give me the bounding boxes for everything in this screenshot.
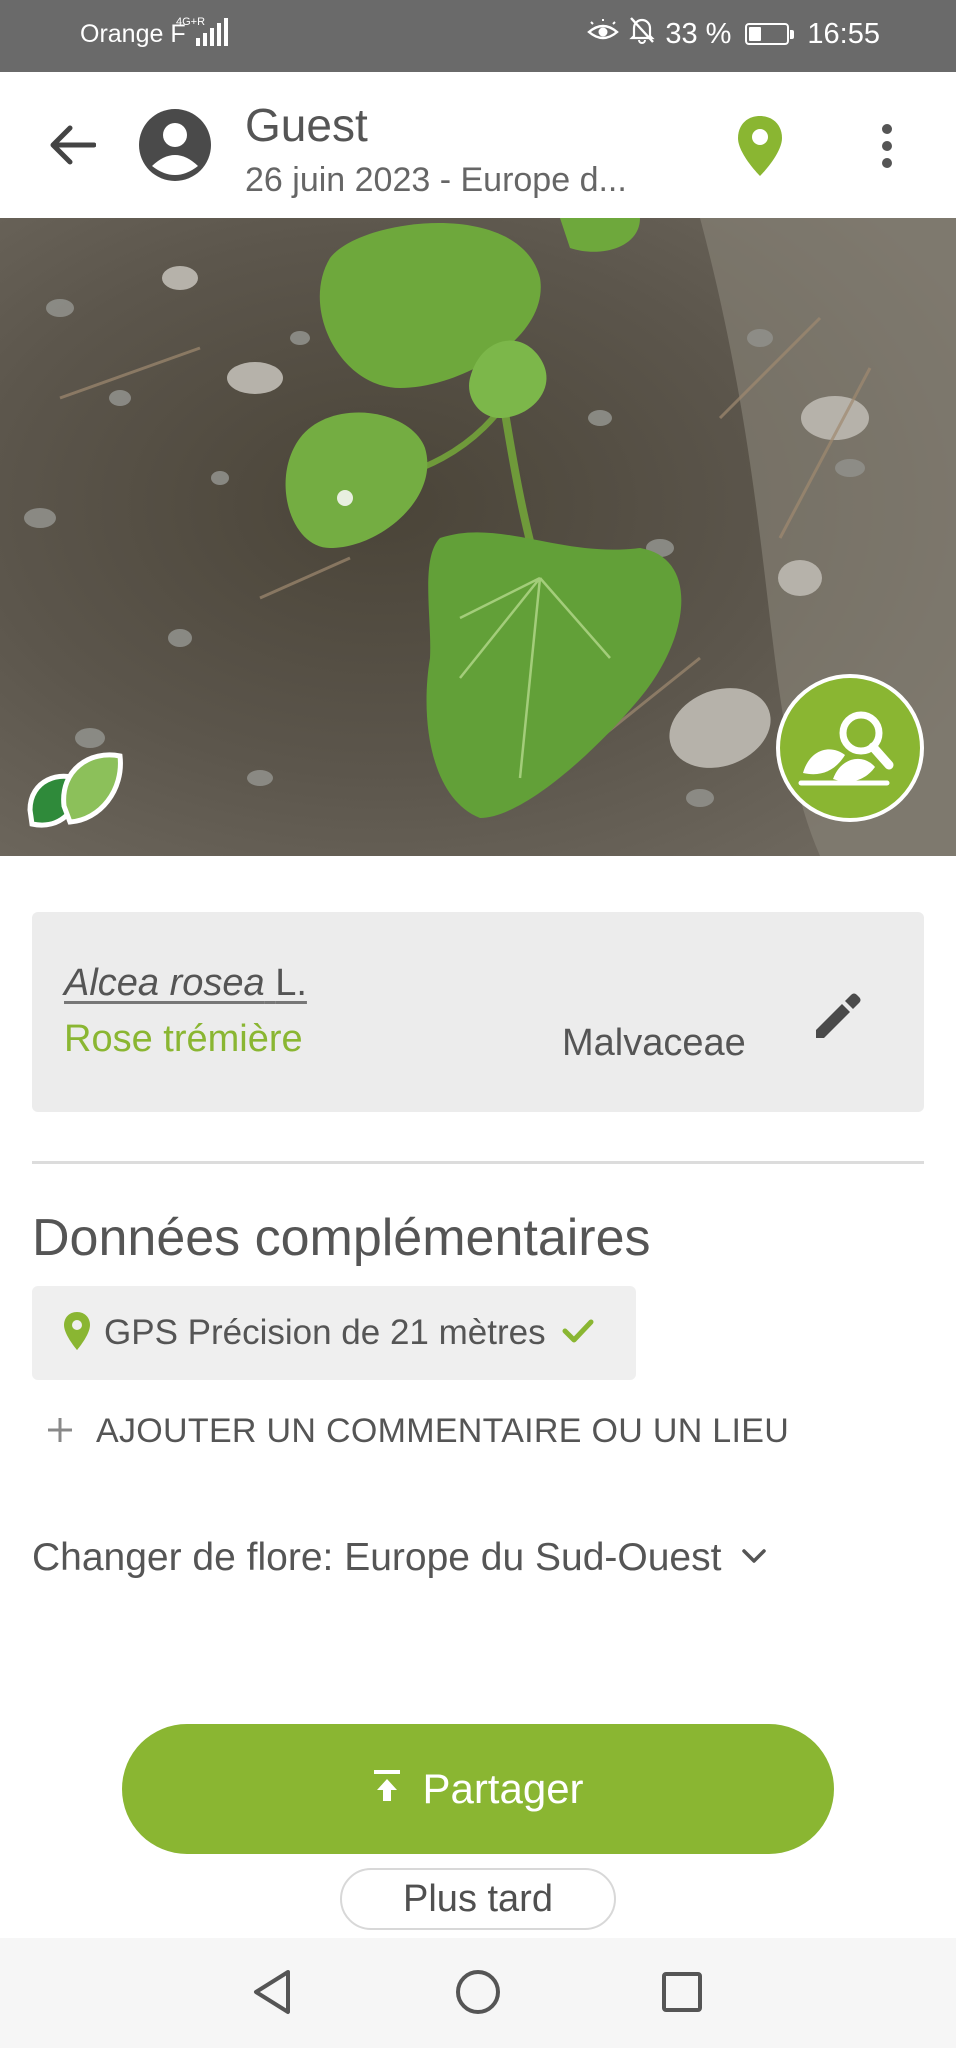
gps-precision-chip: GPS Précision de 21 mètres	[32, 1286, 636, 1380]
carrier-label: Orange F	[80, 20, 186, 48]
eye-comfort-icon	[587, 18, 620, 51]
bell-off-icon	[629, 16, 655, 52]
plus-icon	[46, 1411, 74, 1451]
pencil-icon[interactable]	[802, 982, 872, 1052]
nav-back-icon[interactable]	[250, 1968, 294, 2021]
section-title: Données complémentaires	[32, 1209, 651, 1267]
common-name: Rose trémière	[64, 1018, 303, 1060]
check-icon	[562, 1318, 594, 1349]
scientific-name[interactable]: Alcea rosea L.	[64, 962, 307, 1005]
share-button[interactable]: Partager	[122, 1724, 834, 1854]
back-arrow-icon[interactable]	[40, 110, 104, 180]
gps-precision-label: GPS Précision de 21 mètres	[104, 1313, 546, 1352]
family-name: Malvaceae	[562, 1022, 746, 1064]
battery-icon	[745, 23, 795, 45]
flora-selector[interactable]: Changer de flore: Europe du Sud-Ouest	[32, 1536, 767, 1580]
leaf-badge-icon	[20, 740, 124, 844]
chevron-down-icon	[741, 1547, 767, 1570]
observation-subtitle: 26 juin 2023 - Europe d...	[245, 161, 627, 199]
divider	[32, 1161, 924, 1164]
observation-photo[interactable]	[0, 218, 956, 856]
location-pin-icon[interactable]	[734, 114, 786, 178]
upload-icon	[372, 1765, 402, 1813]
battery-percent: 33 %	[665, 17, 732, 50]
status-bar: Orange F 4G+R 33 % 16:55	[0, 0, 956, 72]
network-type: 4G+R	[176, 16, 206, 28]
more-vert-icon[interactable]	[872, 116, 902, 176]
nav-home-icon[interactable]	[454, 1968, 502, 2021]
nav-recents-icon[interactable]	[660, 1970, 704, 2019]
share-label: Partager	[422, 1765, 584, 1812]
user-name: Guest	[245, 99, 368, 151]
add-comment-label: AJOUTER UN COMMENTAIRE OU UN LIEU	[96, 1411, 790, 1450]
location-pin-small-icon	[62, 1311, 92, 1356]
clock: 16:55	[807, 17, 880, 50]
species-card[interactable]: Alcea rosea L. Rose trémière Malvaceae	[32, 912, 924, 1112]
later-button[interactable]: Plus tard	[340, 1868, 616, 1930]
flora-label: Changer de flore: Europe du Sud-Ouest	[32, 1536, 722, 1579]
system-nav-bar	[0, 1938, 956, 2048]
app-bar: Guest 26 juin 2023 - Europe d...	[0, 72, 956, 218]
signal-icon: 4G+R	[176, 16, 228, 46]
account-circle-icon[interactable]	[138, 108, 212, 182]
plant-search-icon[interactable]	[776, 674, 924, 822]
add-comment-button[interactable]: AJOUTER UN COMMENTAIRE OU UN LIEU	[46, 1406, 789, 1456]
